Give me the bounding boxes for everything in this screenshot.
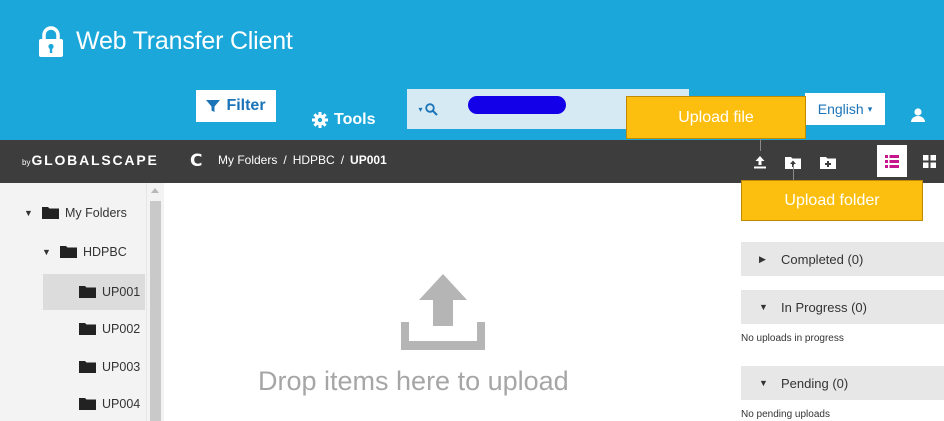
completed-section-header[interactable]: ▶ Completed (0) xyxy=(741,242,944,276)
search-scope-dropdown[interactable]: ▾ xyxy=(407,89,449,129)
folder-icon xyxy=(79,286,96,298)
tree-item-label: UP004 xyxy=(102,397,141,411)
tree-item-label: My Folders xyxy=(65,206,127,220)
breadcrumb-separator: / xyxy=(340,153,345,167)
toolbar: byGLOBALSCAPE C My Folders / HDPBC / UP0… xyxy=(0,140,944,183)
breadcrumb: My Folders / HDPBC / UP001 xyxy=(218,153,387,167)
tools-label: Tools xyxy=(334,111,376,128)
lock-icon xyxy=(39,26,63,57)
drop-zone-text: Drop items here to upload xyxy=(258,366,569,396)
tree-item-hdpbc[interactable]: ▼ HDPBC xyxy=(42,234,127,270)
drop-zone[interactable]: Drop items here to upload xyxy=(164,183,732,421)
pending-label: Pending (0) xyxy=(781,375,849,391)
scrollbar-thumb[interactable] xyxy=(150,201,161,421)
scroll-up-icon[interactable] xyxy=(151,188,159,193)
tools-button[interactable]: Tools xyxy=(312,108,375,132)
filter-label: Filter xyxy=(226,97,266,114)
tree-item-up001[interactable]: UP001 xyxy=(79,274,140,310)
tree-item-my-folders[interactable]: ▼ My Folders xyxy=(24,195,127,231)
tree-item-label: UP001 xyxy=(102,285,141,299)
callout-connector xyxy=(793,165,794,181)
breadcrumb-my-folders[interactable]: My Folders xyxy=(218,153,277,167)
brand-prefix: by xyxy=(22,158,31,167)
brand-logo: byGLOBALSCAPE xyxy=(22,152,159,168)
breadcrumb-hdpbc[interactable]: HDPBC xyxy=(293,153,335,167)
upload-icon xyxy=(401,274,485,350)
list-view-button[interactable] xyxy=(877,145,907,177)
upload-file-callout: Upload file xyxy=(626,96,806,139)
folder-icon xyxy=(79,398,96,410)
caret-down-icon: ▼ xyxy=(42,247,51,257)
list-view-icon xyxy=(885,154,899,168)
web-transfer-client: Web Transfer Client Filter Tools ▾ Engli… xyxy=(0,0,944,421)
in-progress-note: No uploads in progress xyxy=(741,333,844,344)
folder-icon xyxy=(79,323,96,335)
brand-name: GLOBALSCAPE xyxy=(31,152,159,168)
language-label: English xyxy=(817,101,864,117)
sidebar-scrollbar[interactable] xyxy=(146,183,164,421)
upload-folder-callout: Upload folder xyxy=(741,180,923,221)
folder-icon xyxy=(42,207,59,219)
tree-item-up003[interactable]: UP003 xyxy=(79,349,140,385)
caret-down-icon: ▾ xyxy=(867,103,873,114)
new-folder-button[interactable] xyxy=(817,151,839,173)
caret-right-icon: ▶ xyxy=(759,253,766,264)
callout-connector xyxy=(760,139,761,151)
grid-view-button[interactable] xyxy=(918,150,940,172)
upload-icon xyxy=(754,156,766,169)
upload-file-button[interactable] xyxy=(749,151,771,173)
caret-down-icon: ▼ xyxy=(24,208,33,218)
folder-icon xyxy=(60,246,77,258)
user-menu-button[interactable] xyxy=(903,100,933,130)
in-progress-label: In Progress (0) xyxy=(781,299,867,315)
tree-item-up004[interactable]: UP004 xyxy=(79,386,140,421)
filter-button[interactable]: Filter xyxy=(196,90,276,122)
pending-note: No pending uploads xyxy=(741,409,830,420)
tree-item-label: UP002 xyxy=(102,322,141,336)
redaction-mark xyxy=(468,96,566,114)
app-title: Web Transfer Client xyxy=(76,27,293,55)
breadcrumb-separator: / xyxy=(283,153,287,167)
caret-down-icon: ▼ xyxy=(759,378,768,388)
in-progress-section-header[interactable]: ▼ In Progress (0) xyxy=(741,290,944,324)
caret-down-icon: ▾ xyxy=(418,104,423,114)
pending-section-header[interactable]: ▼ Pending (0) xyxy=(741,366,944,400)
filter-icon xyxy=(206,100,221,112)
tree-item-up002[interactable]: UP002 xyxy=(79,311,140,347)
tree-item-label: HDPBC xyxy=(83,245,127,259)
gear-icon xyxy=(312,112,328,128)
caret-down-icon: ▼ xyxy=(759,302,768,312)
search-icon xyxy=(424,102,438,116)
folder-icon xyxy=(79,361,96,373)
language-dropdown[interactable]: English ▾ xyxy=(805,93,885,125)
completed-label: Completed (0) xyxy=(781,251,864,267)
refresh-icon[interactable]: C xyxy=(190,151,202,171)
grid-view-icon xyxy=(922,154,936,168)
user-icon xyxy=(911,108,925,122)
folder-tree: ▼ My Folders ▼ HDPBC UP001 UP002 UP003 U… xyxy=(0,183,164,421)
new-folder-icon xyxy=(820,156,836,169)
tree-item-label: UP003 xyxy=(102,360,141,374)
breadcrumb-up001: UP001 xyxy=(350,153,387,167)
